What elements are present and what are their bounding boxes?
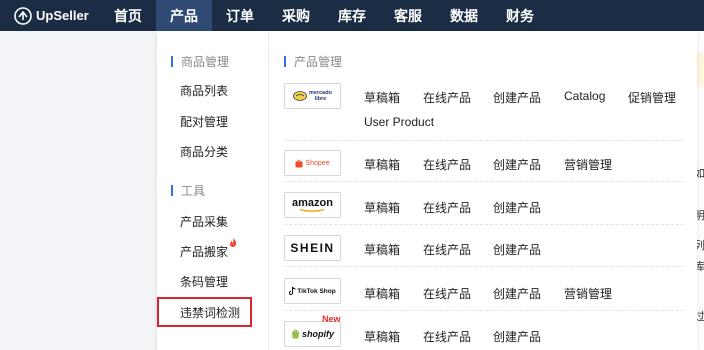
menu-item-product-migration[interactable]: 产品搬家 xyxy=(180,243,228,260)
link-online-products[interactable]: 在线产品 xyxy=(423,199,471,216)
section-title-product-management: 商品管理 xyxy=(171,53,229,70)
link-draft-box[interactable]: 草稿箱 xyxy=(364,241,400,258)
tiktok-note-icon xyxy=(289,287,296,295)
main-nav: 首页 产品 订单 采购 库存 客服 数据 财务 xyxy=(100,0,548,31)
amazon-smile-icon xyxy=(299,208,324,212)
link-draft-box[interactable]: 草稿箱 xyxy=(364,328,400,345)
nav-purchasing[interactable]: 采购 xyxy=(268,0,324,31)
shopify-logo: shopify xyxy=(284,321,341,347)
nav-inventory[interactable]: 库存 xyxy=(324,0,380,31)
link-create-product[interactable]: 创建产品 xyxy=(493,89,541,106)
logo-text: mercado libre xyxy=(309,90,332,102)
link-create-product[interactable]: 创建产品 xyxy=(493,199,541,216)
mercado-libre-logo: mercado libre xyxy=(284,83,341,109)
section-marker xyxy=(284,56,286,67)
menu-item-barcode-management[interactable]: 条码管理 xyxy=(180,273,228,290)
products-dropdown-menu: 商品管理 商品列表 配对管理 商品分类 工具 产品采集 产品搬家 条码管理 违禁… xyxy=(157,31,697,350)
link-online-products[interactable]: 在线产品 xyxy=(423,328,471,345)
logo-text: TikTok Shop xyxy=(297,287,336,295)
link-draft-box[interactable]: 草稿箱 xyxy=(364,89,400,106)
section-title-text: 商品管理 xyxy=(181,55,230,69)
nav-home[interactable]: 首页 xyxy=(100,0,156,31)
logo-text: Shopee xyxy=(305,159,330,167)
link-draft-box[interactable]: 草稿箱 xyxy=(364,156,400,173)
hot-flame-icon xyxy=(229,237,237,247)
logo-text: amazon xyxy=(292,196,333,209)
new-badge: New xyxy=(322,314,341,324)
tiktok-shop-logo: TikTok Shop xyxy=(284,278,341,304)
brand-name: UpSeller xyxy=(36,8,89,23)
menu-item-product-collection[interactable]: 产品采集 xyxy=(180,213,228,230)
platform-row-shein: SHEIN 草稿箱 在线产品 创建产品 xyxy=(284,233,684,267)
menu-item-product-list[interactable]: 商品列表 xyxy=(180,82,228,99)
menu-item-pairing-management[interactable]: 配对管理 xyxy=(180,113,228,130)
link-create-product[interactable]: 创建产品 xyxy=(493,241,541,258)
nav-data[interactable]: 数据 xyxy=(436,0,492,31)
link-promotion-management[interactable]: 促销管理 xyxy=(628,89,676,106)
link-draft-box[interactable]: 草稿箱 xyxy=(364,199,400,216)
logo-text: SHEIN xyxy=(290,241,335,255)
platform-row-mercado-libre: mercado libre 草稿箱 在线产品 创建产品 Catalog 促销管理… xyxy=(284,81,684,141)
highlight-box xyxy=(157,297,252,327)
platform-row-amazon: amazon 草稿箱 在线产品 创建产品 xyxy=(284,190,684,225)
link-online-products[interactable]: 在线产品 xyxy=(423,241,471,258)
shopify-bag-icon xyxy=(291,329,299,339)
shopee-logo: Shopee xyxy=(284,150,341,176)
shein-logo: SHEIN xyxy=(284,235,341,261)
section-title-text: 产品管理 xyxy=(294,55,343,69)
menu-item-product-category[interactable]: 商品分类 xyxy=(180,143,228,160)
link-create-product[interactable]: 创建产品 xyxy=(493,156,541,173)
section-marker xyxy=(171,185,173,196)
section-title-product-management-right: 产品管理 xyxy=(284,53,342,70)
mercado-libre-icon xyxy=(292,91,307,101)
menu-left-column: 商品管理 商品列表 配对管理 商品分类 工具 产品采集 产品搬家 条码管理 违禁… xyxy=(157,31,269,350)
nav-orders[interactable]: 订单 xyxy=(212,0,268,31)
link-catalog[interactable]: Catalog xyxy=(564,89,605,103)
platform-row-shopify: shopify New 草稿箱 在线产品 创建产品 xyxy=(284,314,684,350)
nav-finance[interactable]: 财务 xyxy=(492,0,548,31)
link-online-products[interactable]: 在线产品 xyxy=(423,156,471,173)
shopee-bag-icon xyxy=(295,159,303,167)
link-create-product[interactable]: 创建产品 xyxy=(493,328,541,345)
platform-row-tiktok-shop: TikTok Shop 草稿箱 在线产品 创建产品 营销管理 xyxy=(284,276,684,311)
link-draft-box[interactable]: 草稿箱 xyxy=(364,285,400,302)
app-logo[interactable]: UpSeller xyxy=(0,6,100,25)
link-marketing-management[interactable]: 营销管理 xyxy=(564,156,612,173)
menu-right-column: 产品管理 mercado libre 草稿箱 在线产品 创建产品 Catalog… xyxy=(284,31,697,350)
link-marketing-management[interactable]: 营销管理 xyxy=(564,285,612,302)
link-online-products[interactable]: 在线产品 xyxy=(423,89,471,106)
link-user-product[interactable]: User Product xyxy=(364,115,434,129)
section-title-tools: 工具 xyxy=(171,182,205,199)
amazon-logo: amazon xyxy=(284,192,341,218)
logo-text: shopify xyxy=(301,329,334,339)
nav-customer-service[interactable]: 客服 xyxy=(380,0,436,31)
section-title-text: 工具 xyxy=(181,184,206,198)
nav-products[interactable]: 产品 xyxy=(156,0,212,31)
link-online-products[interactable]: 在线产品 xyxy=(423,285,471,302)
top-nav-bar: UpSeller 首页 产品 订单 采购 库存 客服 数据 财务 xyxy=(0,0,704,31)
upseller-logo-icon xyxy=(14,6,32,25)
link-create-product[interactable]: 创建产品 xyxy=(493,285,541,302)
section-marker xyxy=(171,56,173,67)
platform-row-shopee: Shopee 草稿箱 在线产品 创建产品 营销管理 xyxy=(284,148,684,182)
